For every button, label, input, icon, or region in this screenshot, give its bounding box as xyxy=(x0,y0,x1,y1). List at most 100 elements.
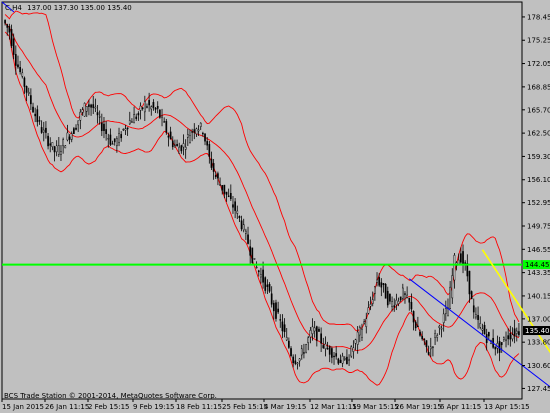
candle xyxy=(253,258,256,260)
candle-body xyxy=(57,145,60,155)
candle-body xyxy=(55,145,58,153)
candle-body xyxy=(470,291,473,300)
candle-body xyxy=(234,201,236,211)
candle-body xyxy=(8,26,11,33)
candle-body xyxy=(406,294,408,298)
x-tick-label: 19 Mar 15:15 xyxy=(352,403,399,411)
candle-body xyxy=(109,134,112,145)
candle-body xyxy=(156,106,159,109)
y-tick-label: 137.00 xyxy=(527,315,550,323)
candle-body xyxy=(311,326,314,335)
candle-body xyxy=(219,184,221,186)
candle-body xyxy=(253,258,256,260)
candle-body xyxy=(204,133,206,142)
candle-body xyxy=(107,138,110,140)
candle-body xyxy=(333,355,335,358)
y-tick-label: 178.45 xyxy=(527,13,550,21)
candle-body xyxy=(268,284,271,292)
candle-body xyxy=(199,122,202,127)
candle-body xyxy=(460,253,462,263)
candle-body xyxy=(472,305,475,313)
current-price-label: 135.40 xyxy=(525,327,550,335)
candle-body xyxy=(412,311,415,323)
candle-body xyxy=(51,142,54,148)
candle-body xyxy=(339,359,342,364)
level-price-label: 144.45 xyxy=(525,261,550,269)
candle-body xyxy=(64,145,67,149)
candle-body xyxy=(352,347,355,352)
trading-chart[interactable]: 178.45 175.25 172.05 168.85 165.70 162.50 159.… xyxy=(0,0,550,413)
candle-body xyxy=(229,192,232,200)
candle-body xyxy=(182,143,185,148)
candle-body xyxy=(401,287,404,299)
candle-body xyxy=(350,346,353,357)
x-tick-label: 25 Feb 15:15 xyxy=(222,403,268,411)
candle-body xyxy=(328,346,331,355)
candle-body xyxy=(70,133,73,140)
candle-body xyxy=(296,362,299,365)
candle-body xyxy=(4,20,6,24)
candle-body xyxy=(180,145,183,152)
candle-body xyxy=(341,355,344,364)
candle-body xyxy=(410,301,413,310)
candle-body xyxy=(184,146,187,150)
candle-body xyxy=(481,328,484,331)
candle-body xyxy=(124,128,127,131)
candle-body xyxy=(374,286,376,294)
candle-body xyxy=(128,120,131,125)
candle-body xyxy=(88,104,90,107)
candle-body xyxy=(279,319,282,321)
candle-body xyxy=(483,325,486,335)
x-tick-label: 12 Mar 11:15 xyxy=(310,403,357,411)
candle-body xyxy=(202,132,204,135)
candle-body xyxy=(451,275,454,299)
candle-body xyxy=(111,143,114,145)
candle-body xyxy=(186,134,189,138)
candle-body xyxy=(378,277,381,286)
candle-body xyxy=(425,340,428,348)
y-tick-label: 165.70 xyxy=(527,106,550,114)
candle-body xyxy=(440,327,443,330)
candle-body xyxy=(105,129,107,135)
candle-body xyxy=(165,121,168,133)
candle-body xyxy=(348,359,350,361)
chart-header: C,H4 137.00 137.30 135.00 135.40 xyxy=(5,4,132,12)
y-tick-label: 149.75 xyxy=(527,222,550,230)
x-tick-label: 26 Jan 11:15 xyxy=(45,403,89,411)
candle-body xyxy=(453,254,456,281)
candle-body xyxy=(315,326,318,341)
candle-body xyxy=(386,290,389,306)
candle-body xyxy=(300,348,303,356)
candle-body xyxy=(513,328,516,337)
candle-body xyxy=(380,282,383,288)
candle-body xyxy=(17,64,19,68)
candle-body xyxy=(354,339,357,344)
candle-body xyxy=(100,122,103,132)
candle-body xyxy=(438,325,441,329)
candle-body xyxy=(285,337,288,341)
candle-body xyxy=(176,144,178,147)
candle-body xyxy=(169,131,172,140)
candle-body xyxy=(264,277,267,291)
candle-body xyxy=(139,105,142,111)
candle-body xyxy=(83,102,86,117)
candle-body xyxy=(131,121,133,123)
candle-body xyxy=(384,283,387,299)
candle-body xyxy=(303,352,305,354)
candle-body xyxy=(30,95,32,105)
candle-body xyxy=(449,286,451,309)
candle-body xyxy=(257,270,260,273)
candle-body xyxy=(143,101,146,113)
x-tick-label: 6 Apr 11:15 xyxy=(440,403,481,411)
candle-body xyxy=(326,348,329,350)
candle-body xyxy=(479,323,482,328)
symbol-label: C,H4 xyxy=(5,4,22,12)
candle xyxy=(305,343,307,354)
candle-body xyxy=(421,335,424,340)
candle-body xyxy=(247,234,249,244)
candle-body xyxy=(505,339,507,341)
x-tick-label: 4 Mar 19:15 xyxy=(264,403,306,411)
candle-body xyxy=(277,308,279,313)
candle-body xyxy=(511,334,514,340)
candle-body xyxy=(346,356,348,365)
